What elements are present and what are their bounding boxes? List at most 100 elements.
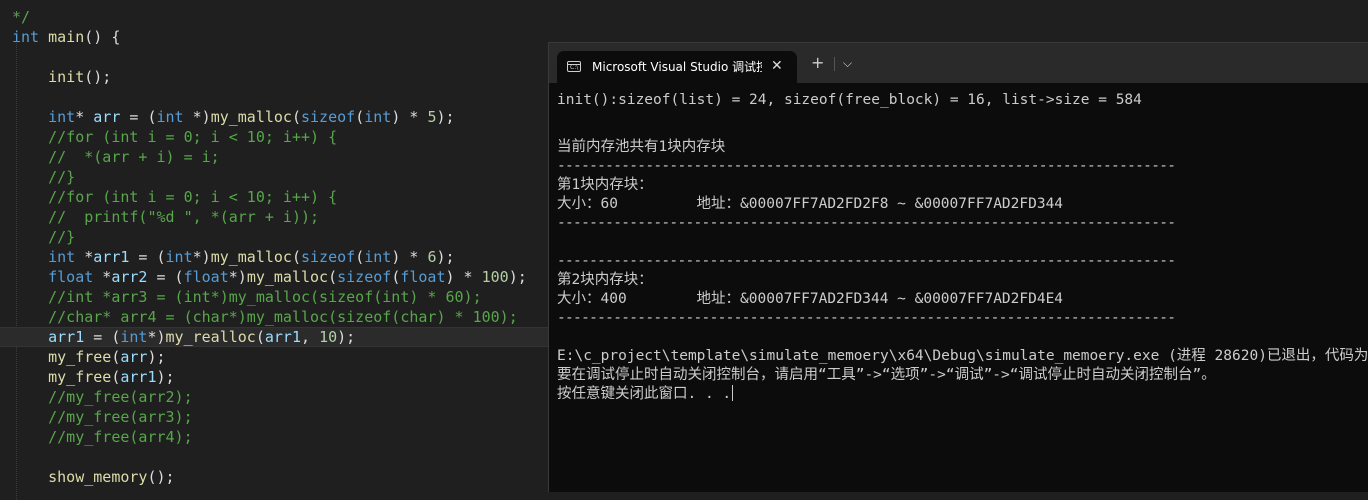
code-token: float xyxy=(48,268,94,286)
code-line[interactable]: // printf("%d ", *(arr + i)); xyxy=(12,207,319,227)
code-token: arr1 xyxy=(120,368,157,386)
code-line[interactable]: //int *arr3 = (int*)my_malloc(sizeof(int… xyxy=(12,287,481,307)
code-line[interactable]: //} xyxy=(12,167,75,187)
tab-separator xyxy=(834,57,835,71)
terminal-line: init():sizeof(list) = 24, sizeof(free_bl… xyxy=(557,92,1142,108)
terminal-line: ----------------------------------------… xyxy=(557,253,1176,269)
code-token: arr xyxy=(93,108,121,126)
code-line[interactable]: //for (int i = 0; i < 10; i++) { xyxy=(12,127,337,147)
chevron-down-icon[interactable]: ⌵ xyxy=(843,55,852,71)
code-token: = ( xyxy=(129,248,166,266)
terminal-line: 按任意键关闭此窗口. . . xyxy=(557,385,734,402)
code-line[interactable]: //my_free(arr2); xyxy=(12,387,193,407)
code-line[interactable]: int *arr1 = (int*)my_malloc(sizeof(int) … xyxy=(12,247,455,267)
code-token: int xyxy=(364,108,392,126)
terminal-line: ----------------------------------------… xyxy=(557,215,1176,231)
code-token: my_malloc xyxy=(210,108,292,126)
code-token: //char* arr4 = (char*)my_malloc(sizeof(c… xyxy=(48,308,518,326)
code-token: sizeof xyxy=(301,108,356,126)
code-line[interactable]: //my_free(arr3); xyxy=(12,407,193,427)
code-line[interactable]: init(); xyxy=(12,67,111,87)
code-token: ); xyxy=(436,248,455,266)
code-token: *) xyxy=(228,268,247,286)
code-token: show_memory xyxy=(48,468,148,486)
code-token: ); xyxy=(147,348,166,366)
code-token: () { xyxy=(84,28,121,46)
code-line[interactable]: my_free(arr); xyxy=(12,347,166,367)
code-token: * xyxy=(93,268,112,286)
code-token: int xyxy=(165,248,193,266)
terminal-output[interactable]: init():sizeof(list) = 24, sizeof(free_bl… xyxy=(557,91,1368,491)
code-token: *) xyxy=(147,328,166,346)
code-token: my_realloc xyxy=(165,328,256,346)
code-token: int xyxy=(364,248,392,266)
code-token: *) xyxy=(192,248,211,266)
code-token: (); xyxy=(147,468,175,486)
code-line[interactable]: int* arr = (int *)my_malloc(sizeof(int) … xyxy=(12,107,454,127)
code-line[interactable]: //my_free(arr4); xyxy=(12,427,193,447)
code-token: *) xyxy=(183,108,211,126)
code-token: arr xyxy=(120,348,148,366)
code-token: sizeof xyxy=(301,248,356,266)
code-line[interactable]: //} xyxy=(12,227,75,247)
code-line[interactable]: my_free(arr1); xyxy=(12,367,175,387)
code-token: //my_free(arr4); xyxy=(48,428,193,446)
code-line[interactable]: //char* arr4 = (char*)my_malloc(sizeof(c… xyxy=(12,307,518,327)
code-token: int xyxy=(12,28,40,46)
code-line[interactable]: int main() { xyxy=(12,27,120,47)
code-token: //for (int i = 0; i < 10; i++) { xyxy=(48,128,338,146)
code-line[interactable]: //for (int i = 0; i < 10; i++) { xyxy=(12,187,337,207)
code-line[interactable]: // *(arr + i) = i; xyxy=(12,147,220,167)
code-token: ); xyxy=(156,368,175,386)
code-token: = ( xyxy=(84,328,121,346)
code-line[interactable]: arr1 = (int*)my_realloc(arr1, 10); xyxy=(12,327,355,347)
code-token: ( xyxy=(355,108,365,126)
code-line[interactable]: float *arr2 = (float*)my_malloc(sizeof(f… xyxy=(12,267,527,287)
code-line[interactable]: */ xyxy=(12,7,30,27)
terminal-line: 要在调试停止时自动关闭控制台，请启用“工具”->“选项”->“调试”->“调试停… xyxy=(557,367,1216,383)
terminal-tab[interactable]: C:\ Microsoft Visual Studio 调试控 ✕ xyxy=(557,51,797,83)
text-cursor xyxy=(732,385,734,401)
code-token: int xyxy=(120,328,148,346)
terminal-window[interactable]: C:\ Microsoft Visual Studio 调试控 ✕ + ⌵ in… xyxy=(548,42,1368,492)
code-token: init xyxy=(48,68,85,86)
code-token: //} xyxy=(48,228,76,246)
code-token: ( xyxy=(291,108,301,126)
code-token: my_malloc xyxy=(210,248,292,266)
code-token: // printf("%d ", *(arr + i)); xyxy=(48,208,320,226)
code-token: ( xyxy=(291,248,301,266)
terminal-tab-bar: C:\ Microsoft Visual Studio 调试控 ✕ + ⌵ xyxy=(549,43,1368,83)
code-line[interactable]: show_memory(); xyxy=(12,467,175,487)
close-tab-icon[interactable]: ✕ xyxy=(771,58,783,74)
code-token: arr2 xyxy=(111,268,148,286)
code-token: main xyxy=(48,28,85,46)
code-token: float xyxy=(400,268,446,286)
new-tab-button[interactable]: + xyxy=(811,55,824,71)
code-token: ( xyxy=(328,268,338,286)
code-token: */ xyxy=(12,8,31,26)
code-token: //for (int i = 0; i < 10; i++) { xyxy=(48,188,338,206)
code-token: arr1 xyxy=(93,248,130,266)
terminal-line: ----------------------------------------… xyxy=(557,310,1176,326)
terminal-line: 当前内存池共有1块内存块 xyxy=(557,139,726,155)
terminal-line: 大小：400 地址：&00007FF7AD2FD344 ~ &00007FF7A… xyxy=(557,291,1064,307)
code-token: my_malloc xyxy=(246,268,329,286)
code-token: my_free xyxy=(48,348,112,366)
terminal-line: 第1块内存块： xyxy=(557,177,653,193)
code-token: ) * xyxy=(391,108,428,126)
code-token: int xyxy=(156,108,184,126)
code-token: int xyxy=(48,108,76,126)
code-token: ) * xyxy=(445,268,482,286)
code-token: // *(arr + i) = i; xyxy=(48,148,220,166)
